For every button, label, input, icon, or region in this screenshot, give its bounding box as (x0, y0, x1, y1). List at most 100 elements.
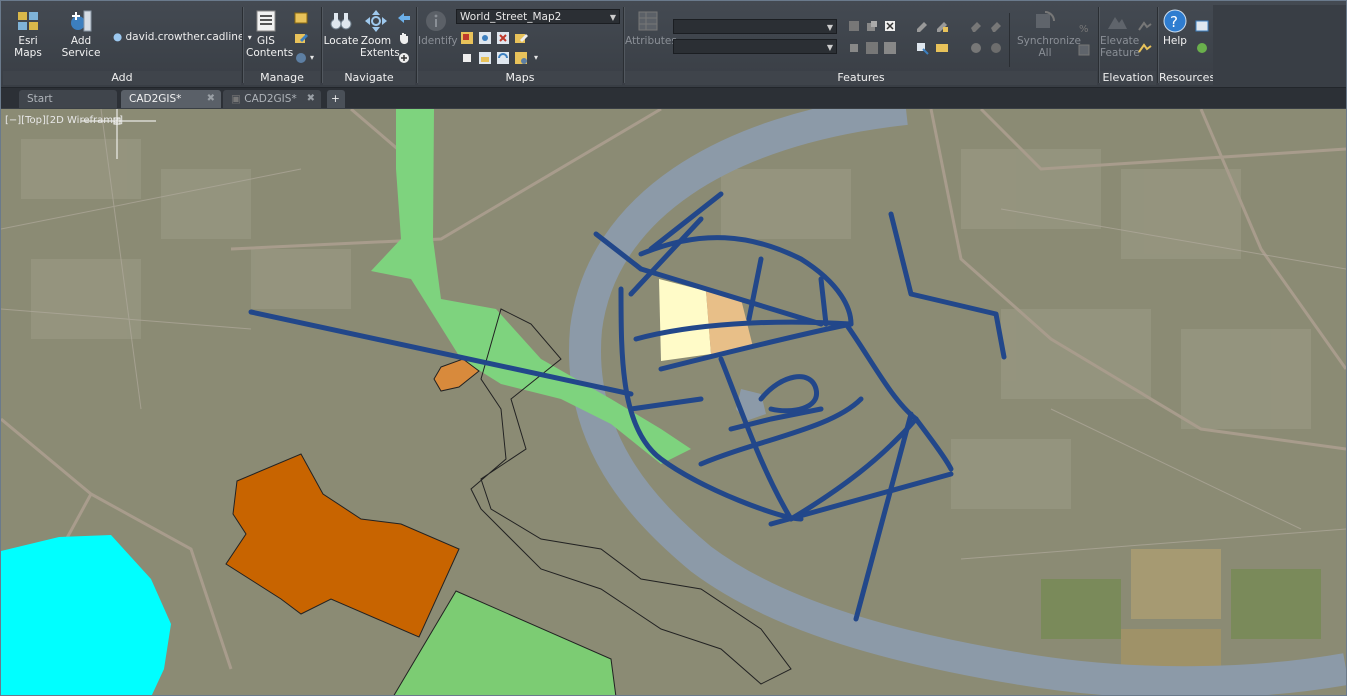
sync-check-icon[interactable] (1077, 43, 1091, 57)
tab-cad2gis[interactable]: ▣ CAD2GIS* ✖ (223, 90, 321, 108)
panel-add: Esri Maps Add Service ● david.crowther.c… (3, 5, 252, 85)
ribbon: Esri Maps Add Service ● david.crowther.c… (1, 1, 1346, 88)
elevate-icon (1108, 17, 1127, 29)
close-icon[interactable]: ✖ (307, 90, 315, 108)
map-small-icon[interactable] (460, 51, 474, 65)
add-service-icon (71, 10, 92, 32)
file-tab-bar: Start CAD2GIS* ✖ ▣ CAD2GIS* ✖ + (1, 88, 1346, 108)
panel-resources: ? Help Resources (1159, 5, 1215, 85)
tab-cad2gis-active[interactable]: CAD2GIS* ✖ (121, 90, 221, 108)
user-account-dropdown[interactable]: ● david.crowther.cadline ▾ (113, 31, 252, 43)
new-tab-button[interactable]: + (327, 90, 345, 108)
chevron-down-icon[interactable]: ▾ (310, 53, 314, 62)
selected-parcel-light (659, 279, 711, 361)
gis-contents-button[interactable]: GIS Contents (244, 7, 294, 59)
eraser-icon[interactable] (969, 19, 983, 33)
chevron-down-icon: ▼ (826, 43, 833, 52)
globe-icon[interactable] (294, 51, 308, 65)
elevate-feature-button[interactable]: Elevate Feature (1100, 7, 1140, 59)
feature-layer-select[interactable]: ▼ (673, 19, 837, 34)
undo-edit-icon[interactable] (969, 41, 983, 55)
chevron-down-icon: ▼ (826, 23, 833, 32)
synchronize-all-button[interactable]: Synchronize All (1015, 7, 1081, 59)
esri-maps-button[interactable]: Esri Maps (5, 7, 51, 59)
back-arrow-icon[interactable] (397, 11, 411, 25)
zoom-selection-icon[interactable] (883, 41, 897, 55)
panel-manage: GIS Contents ▾ Manage (244, 5, 320, 85)
divider (623, 7, 624, 83)
online-resources-icon[interactable] (1195, 41, 1209, 55)
panel-title-maps: Maps (418, 71, 622, 85)
layer-icon[interactable] (294, 11, 308, 25)
feature-type-select[interactable]: ▼ (673, 39, 837, 54)
panel-title-navigate: Navigate (323, 71, 415, 85)
help-button[interactable]: ? Help (1159, 7, 1191, 47)
drawing-icon: ▣ (231, 93, 241, 105)
filter-icon[interactable] (847, 41, 861, 55)
map-viewport[interactable] (1, 109, 1346, 696)
edit-layer-icon[interactable] (294, 31, 308, 45)
clear-selection-icon[interactable] (883, 19, 897, 33)
zoom-extents-icon (365, 10, 387, 32)
locate-button[interactable]: Locate (323, 7, 359, 47)
map-layers-icon[interactable] (478, 51, 492, 65)
feature-style-icon[interactable] (935, 41, 949, 55)
chevron-down-icon: ▼ (609, 13, 616, 22)
delete-feature-icon[interactable] (989, 19, 1003, 33)
map-tool-icon[interactable] (460, 31, 474, 45)
sync-percent-icon[interactable]: % (1077, 21, 1091, 35)
elevation-settings-icon[interactable] (1138, 19, 1152, 33)
zoom-extents-button[interactable]: Zoom Extents (359, 7, 400, 59)
viewport-controls-label[interactable]: [−][Top][2D Wireframe] (5, 115, 123, 126)
redo-edit-icon[interactable] (989, 41, 1003, 55)
help-label: Help (1163, 35, 1187, 47)
close-icon[interactable]: ✖ (207, 90, 215, 108)
user-icon: ● (113, 31, 123, 43)
add-service-button[interactable]: Add Service (53, 7, 109, 59)
gis-contents-icon (256, 10, 276, 32)
attributes-button[interactable]: Attributes (625, 7, 677, 47)
elevation-edit-icon[interactable] (1138, 41, 1152, 55)
binoculars-icon (330, 13, 352, 30)
edit-feature-icon[interactable] (915, 19, 929, 33)
panel-maps: Identify World_Street_Map2 ▼ ▾ Maps (418, 5, 622, 85)
elevate-feature-label: Elevate Feature (1100, 35, 1140, 59)
panel-navigate: Locate Zoom Extents Navigate (323, 5, 415, 85)
map-sync-icon[interactable] (496, 51, 510, 65)
identify-button[interactable]: Identify (418, 7, 458, 47)
tab-start[interactable]: Start (19, 90, 117, 108)
select-shape-icon[interactable] (865, 19, 879, 33)
add-feature-icon[interactable] (935, 19, 949, 33)
divider (321, 7, 322, 83)
basemap-value: World_Street_Map2 (460, 11, 562, 23)
add-service-label: Add Service (61, 35, 101, 59)
divider (1098, 7, 1099, 83)
svg-text:?: ? (1170, 13, 1178, 31)
map-edit-icon[interactable] (514, 31, 528, 45)
resources-window-icon[interactable] (1195, 19, 1209, 33)
ribbon-empty-area (1213, 5, 1346, 85)
info-icon (426, 11, 446, 31)
panel-title-elevation: Elevation (1100, 71, 1156, 85)
zoom-in-icon[interactable] (397, 51, 411, 65)
move-feature-icon[interactable] (915, 41, 929, 55)
esri-maps-label: Esri Maps (14, 35, 42, 59)
map-options-icon[interactable] (514, 51, 528, 65)
identify-label: Identify (418, 35, 458, 47)
zoom-extents-label: Zoom Extents (360, 35, 400, 59)
basemap-select[interactable]: World_Street_Map2 ▼ (456, 9, 620, 24)
gis-contents-label: GIS Contents (246, 35, 294, 59)
map-refresh-icon[interactable] (478, 31, 492, 45)
select-by-attr-icon[interactable] (865, 41, 879, 55)
divider (1157, 7, 1158, 83)
map-canvas[interactable] (1, 109, 1346, 696)
app-window: Esri Maps Add Service ● david.crowther.c… (0, 0, 1347, 696)
chevron-down-icon[interactable]: ▾ (534, 53, 538, 62)
synchronize-icon (1036, 11, 1055, 28)
map-remove-icon[interactable] (496, 31, 510, 45)
locate-label: Locate (323, 35, 359, 47)
pan-hand-icon[interactable] (397, 31, 411, 45)
panel-title-add: Add (3, 71, 241, 85)
select-grid-icon[interactable] (847, 19, 861, 33)
tab-label: CAD2GIS* (129, 93, 182, 105)
